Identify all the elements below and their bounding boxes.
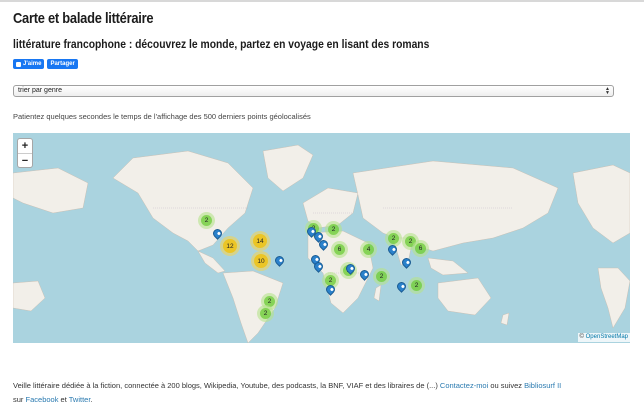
top-divider: [0, 0, 644, 2]
map-cluster[interactable]: 2: [257, 305, 274, 322]
land-australia: [437, 277, 492, 316]
zoom-out-button[interactable]: −: [18, 153, 32, 167]
zoom-in-button[interactable]: +: [18, 139, 32, 153]
like-label: J'aime: [23, 61, 42, 67]
sort-select-value: trier par genre: [18, 87, 62, 94]
facebook-link[interactable]: Facebook: [26, 395, 59, 404]
facebook-like-button[interactable]: J'aime: [13, 59, 45, 69]
map-cluster[interactable]: 2: [198, 212, 215, 229]
social-buttons: J'aime Partager: [13, 59, 78, 69]
loading-info-text: Patientez quelques secondes le temps de …: [13, 112, 311, 121]
land-asia-repeat: [13, 167, 89, 214]
select-arrows-icon: ▲ ▼: [605, 86, 610, 96]
facebook-share-button[interactable]: Partager: [47, 59, 78, 69]
bibliosurf-link[interactable]: Bibliosurf II: [524, 381, 561, 390]
map-cluster[interactable]: 14: [250, 231, 270, 251]
footer-text: Veille littéraire dédiée à la fiction, c…: [13, 381, 562, 404]
land-madagascar: [373, 284, 382, 302]
map-attribution: © OpenStreetMap: [577, 333, 630, 342]
map-cluster[interactable]: 2: [408, 277, 425, 294]
land-greenland: [262, 144, 314, 192]
thumbs-up-icon: [16, 61, 21, 67]
map-cluster[interactable]: 6: [412, 240, 429, 257]
land-indonesia: [427, 257, 469, 276]
share-label: Partager: [50, 61, 75, 67]
map-cluster[interactable]: 2: [373, 268, 390, 285]
land-central-america: [197, 250, 226, 274]
sort-select[interactable]: trier par genre ▲ ▼: [13, 85, 614, 97]
land-north-america-repeat: [572, 164, 630, 244]
twitter-link[interactable]: Twitter: [69, 395, 91, 404]
land-new-zealand: [500, 312, 510, 326]
land-australia-repeat: [13, 280, 46, 312]
page-title: Carte et balade littéraire: [13, 10, 154, 27]
land-asia: [352, 160, 559, 252]
land-south-america-repeat: [597, 267, 630, 329]
openstreetmap-link[interactable]: OpenStreetMap: [586, 334, 628, 340]
zoom-control: + −: [17, 138, 33, 168]
map-cluster[interactable]: 4: [360, 241, 377, 258]
map-cluster[interactable]: 10: [251, 251, 271, 271]
map-cluster[interactable]: 6: [331, 241, 348, 258]
page-subtitle: littérature francophone : découvrez le m…: [13, 37, 430, 51]
map-cluster[interactable]: 2: [325, 221, 342, 238]
map-cluster[interactable]: 12: [220, 236, 240, 256]
contact-link[interactable]: Contactez-moi: [440, 381, 488, 390]
